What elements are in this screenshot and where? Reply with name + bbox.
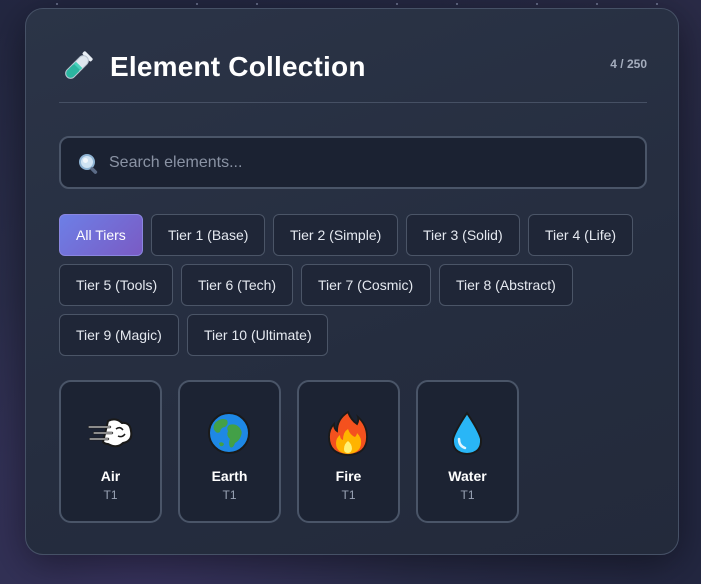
element-name: Water bbox=[448, 468, 487, 484]
element-name: Fire bbox=[335, 468, 362, 484]
element-name: Earth bbox=[211, 468, 248, 484]
search-box bbox=[59, 136, 647, 189]
element-card-water[interactable]: Water T1 bbox=[416, 380, 519, 523]
filter-tier-6[interactable]: Tier 6 (Tech) bbox=[181, 264, 293, 306]
filter-tier-5[interactable]: Tier 5 (Tools) bbox=[59, 264, 173, 306]
droplet-icon bbox=[451, 411, 483, 456]
element-card-earth[interactable]: Earth T1 bbox=[178, 380, 281, 523]
element-name: Air bbox=[100, 468, 121, 484]
wind-icon bbox=[87, 418, 133, 448]
element-tier: T1 bbox=[341, 488, 356, 502]
element-tier: T1 bbox=[222, 488, 237, 502]
element-collection-panel: Element Collection 4 / 250 All Tiers Tie… bbox=[25, 8, 679, 555]
fire-icon bbox=[328, 410, 368, 456]
filter-all-tiers[interactable]: All Tiers bbox=[59, 214, 143, 256]
element-card-fire[interactable]: Fire T1 bbox=[297, 380, 400, 523]
element-tier: T1 bbox=[460, 488, 475, 502]
search-icon bbox=[79, 154, 98, 174]
filter-tier-7[interactable]: Tier 7 (Cosmic) bbox=[301, 264, 431, 306]
element-tier: T1 bbox=[103, 488, 118, 502]
collection-count: 4 / 250 bbox=[610, 57, 647, 71]
filter-tier-1[interactable]: Tier 1 (Base) bbox=[151, 214, 265, 256]
filter-tier-4[interactable]: Tier 4 (Life) bbox=[528, 214, 633, 256]
filter-tier-2[interactable]: Tier 2 (Simple) bbox=[273, 214, 398, 256]
filter-tier-8[interactable]: Tier 8 (Abstract) bbox=[439, 264, 573, 306]
element-card-air[interactable]: Air T1 bbox=[59, 380, 162, 523]
globe-icon bbox=[208, 412, 250, 454]
search-input[interactable] bbox=[109, 138, 629, 187]
page-title: Element Collection bbox=[110, 51, 366, 82]
filter-tier-10[interactable]: Tier 10 (Ultimate) bbox=[187, 314, 328, 356]
panel-header: Element Collection 4 / 250 bbox=[59, 45, 647, 103]
test-tube-icon bbox=[65, 51, 93, 79]
filter-tier-3[interactable]: Tier 3 (Solid) bbox=[406, 214, 520, 256]
filter-tier-9[interactable]: Tier 9 (Magic) bbox=[59, 314, 179, 356]
